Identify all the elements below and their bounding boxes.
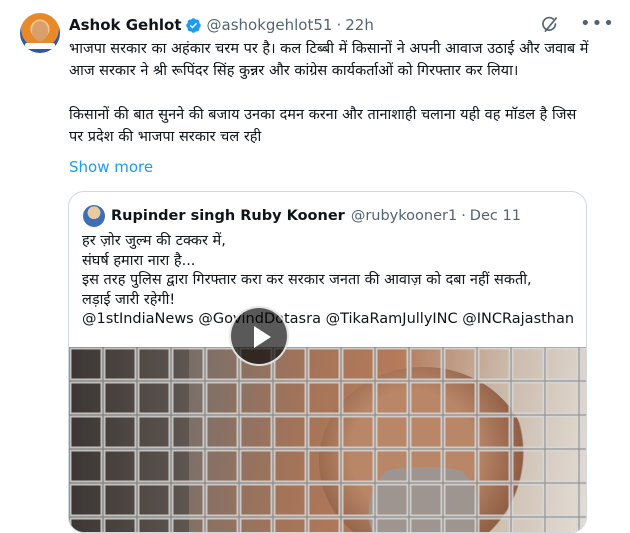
separator-dot: ·	[336, 16, 342, 34]
show-more-link[interactable]: Show more	[69, 158, 153, 176]
quoted-line: इस तरह पुलिस द्वारा गिरफ्तार करा कर सरका…	[82, 272, 532, 288]
tweet-time[interactable]: 22h	[345, 16, 374, 34]
quoted-tweet[interactable]: Rupinder singh Ruby Kooner @rubykooner1 …	[68, 191, 587, 533]
verified-badge-icon	[185, 17, 201, 33]
quoted-author-avatar[interactable]	[83, 205, 105, 227]
tweet-header: Ashok Gehlot @ashokgehlot51 · 22h	[69, 14, 374, 36]
quoted-line: संघर्ष हमारा नारा है...	[82, 252, 196, 269]
video-media[interactable]	[69, 347, 586, 532]
tweet-text: भाजपा सरकार का अहंकार चरम पर है। कल टिब्…	[69, 38, 594, 148]
quoted-tweet-date: Dec 11	[469, 208, 521, 224]
author-name[interactable]: Ashok Gehlot	[69, 16, 182, 34]
grok-icon[interactable]	[540, 15, 560, 35]
cage-grill	[69, 347, 586, 532]
play-icon[interactable]	[229, 306, 289, 366]
separator-dot: ·	[461, 208, 466, 224]
author-handle[interactable]: @ashokgehlot51	[207, 16, 333, 34]
quoted-line: @1stIndiaNews @GovindDotasra @TikaRamJul…	[82, 311, 577, 327]
quoted-line: हर ज़ोर जुल्म की टक्कर में,	[82, 233, 226, 249]
quoted-author-handle: @rubykooner1	[350, 208, 458, 224]
quoted-tweet-text: हर ज़ोर जुल्म की टक्कर में, संघर्ष हमारा…	[82, 232, 577, 330]
tweet-paragraph: भाजपा सरकार का अहंकार चरम पर है। कल टिब्…	[69, 41, 589, 79]
tweet-paragraph: किसानों की बात सुनने की बजाय उनका दमन कर…	[69, 107, 577, 145]
avatar-face	[32, 21, 48, 41]
quoted-tweet-header: Rupinder singh Ruby Kooner @rubykooner1 …	[111, 205, 521, 227]
author-avatar[interactable]	[20, 13, 60, 53]
more-options-icon[interactable]: •••	[580, 14, 614, 34]
quoted-author-name: Rupinder singh Ruby Kooner	[111, 208, 345, 224]
quoted-line: लड़ाई जारी रहेगी!	[82, 291, 176, 308]
avatar-banner	[25, 43, 55, 49]
